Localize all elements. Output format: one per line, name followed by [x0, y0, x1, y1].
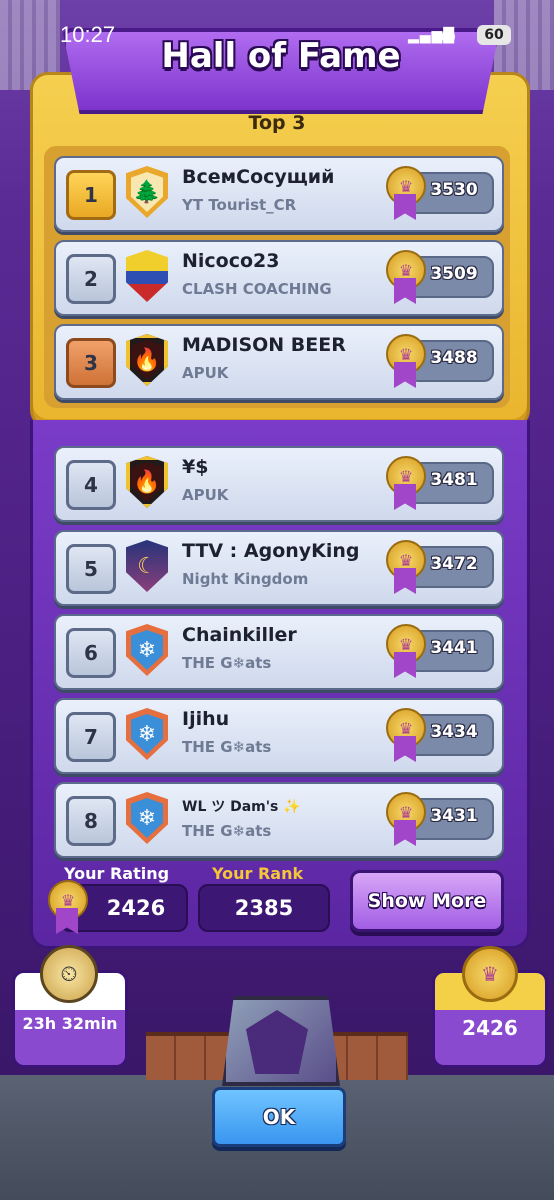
player-score: 3431 [430, 806, 478, 826]
rank-box: 3 [66, 338, 116, 388]
fire-badge-icon: 🔥 [126, 456, 168, 508]
fence-decoration [146, 1032, 236, 1080]
player-score: 3530 [430, 180, 478, 200]
clan-name: THE G❄ats [182, 738, 272, 756]
fire-badge-icon: 🔥 [126, 334, 168, 386]
player-name: MADISON BEER [182, 334, 346, 356]
leaderboard-row[interactable]: 2 Nicoco23 CLASH COACHING ♛ 3509 [54, 240, 504, 316]
moon-badge-icon: ☾ [126, 540, 168, 592]
player-name: ВсемСосущий [182, 166, 335, 188]
leaderboard-row[interactable]: 8 ❄ WL ツ Dam's ✨ THE G❄ats ♛ 3431 [54, 782, 504, 858]
player-score: 3441 [430, 638, 478, 658]
trophy-count: 2426 [462, 1016, 518, 1040]
player-name: Nicoco23 [182, 250, 280, 272]
clan-name: APUK [182, 364, 229, 382]
your-rating-value: 2426 [106, 896, 166, 920]
tree-badge-icon: 🌲 [126, 166, 168, 218]
rank-box: 8 [66, 796, 116, 846]
player-score: 3472 [430, 554, 478, 574]
crown-medal-icon: ♛ [386, 250, 426, 306]
leaderboard-row[interactable]: 7 ❄ Ijihu THE G❄ats ♛ 3434 [54, 698, 504, 774]
leaderboard-row[interactable]: 1 🌲 ВсемСосущий YT Tourist_CR ♛ 3530 [54, 156, 504, 232]
leaderboard-row[interactable]: 5 ☾ TTV : AgonyKing Night Kingdom ♛ 3472 [54, 530, 504, 606]
crown-medal-icon: ♛ [386, 456, 426, 512]
your-rank-label: Your Rank [212, 864, 304, 883]
crown-medal-icon: ♛ [386, 166, 426, 222]
clan-name: APUK [182, 486, 229, 504]
rank-box: 4 [66, 460, 116, 510]
crown-medal-icon: ♛ [386, 624, 426, 680]
player-score: 3509 [430, 264, 478, 284]
show-more-button[interactable]: Show More [350, 870, 504, 932]
top3-label: Top 3 [248, 112, 306, 134]
ok-button[interactable]: OK [212, 1087, 346, 1147]
clan-name: YT Tourist_CR [182, 196, 297, 214]
rank-box: 5 [66, 544, 116, 594]
snowflake-badge-icon: ❄ [126, 708, 168, 760]
crown-medal-icon: ♛ [386, 540, 426, 596]
leaderboard-row[interactable]: 6 ❄ Chainkiller THE G❄ats ♛ 3441 [54, 614, 504, 690]
player-score: 3481 [430, 470, 478, 490]
your-rank-value: 2385 [198, 884, 330, 932]
leaderboard-row[interactable]: 3 🔥 MADISON BEER APUK ♛ 3488 [54, 324, 504, 400]
crown-medal-icon: ♛ [48, 880, 88, 936]
page-title: Hall of Fame [161, 36, 401, 76]
player-name: Ijihu [182, 708, 230, 730]
player-score: 3488 [430, 348, 478, 368]
crown-medal-icon: ♛ [462, 946, 518, 1002]
rank-box: 2 [66, 254, 116, 304]
crown-medal-icon: ♛ [386, 334, 426, 390]
clan-name: Night Kingdom [182, 570, 309, 588]
crown-medal-icon: ♛ [386, 792, 426, 848]
season-timer: 23h 32min [22, 1014, 118, 1033]
player-score: 3434 [430, 722, 478, 742]
lock-clock-icon: ⏲ [40, 945, 98, 1003]
snowflake-badge-icon: ❄ [126, 792, 168, 844]
snowflake-badge-icon: ❄ [126, 624, 168, 676]
rank-box: 6 [66, 628, 116, 678]
player-name: Chainkiller [182, 624, 297, 646]
rank-box: 7 [66, 712, 116, 762]
rank-box: 1 [66, 170, 116, 220]
flag-badge-icon [126, 250, 168, 302]
leaderboard-row[interactable]: 4 🔥 ¥$ APUK ♛ 3481 [54, 446, 504, 522]
clan-name: THE G❄ats [182, 822, 272, 840]
clan-name: THE G❄ats [182, 654, 272, 672]
crown-medal-icon: ♛ [386, 708, 426, 764]
player-name: WL ツ Dam's ✨ [182, 799, 301, 815]
player-name: ¥$ [182, 456, 209, 478]
clan-name: CLASH COACHING [182, 280, 332, 298]
player-name: TTV : AgonyKing [182, 540, 360, 562]
